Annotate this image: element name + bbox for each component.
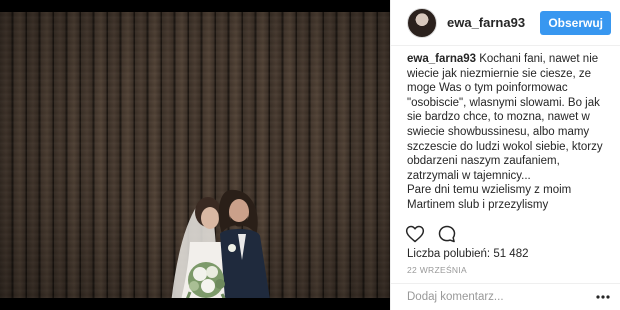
header-username[interactable]: ewa_farna93 bbox=[447, 15, 540, 30]
likes-number: 51 482 bbox=[493, 248, 529, 260]
speech-bubble-icon[interactable] bbox=[437, 224, 457, 244]
avatar[interactable] bbox=[407, 7, 437, 38]
caption-continued: Pare dni temu wzielismy z moim Martinem … bbox=[407, 184, 606, 214]
post-photo-container bbox=[0, 0, 390, 310]
post-header: ewa_farna93 Obserwuj bbox=[391, 0, 620, 46]
comment-bar bbox=[391, 283, 620, 310]
caption-scroll-area[interactable]: ewa_farna93 Kochani fani, nawet nie wiec… bbox=[407, 52, 607, 214]
heart-outline-icon[interactable] bbox=[405, 224, 425, 244]
post-photo[interactable] bbox=[0, 12, 390, 298]
post-actions bbox=[405, 224, 457, 244]
likes-label: Liczba polubień: bbox=[407, 248, 494, 260]
caption-username[interactable]: ewa_farna93 bbox=[407, 53, 476, 65]
caption-text: Kochani fani, nawet nie wiecie jak niezm… bbox=[407, 53, 603, 182]
post-sidebar: ewa_farna93 Obserwuj ewa_farna93 Kochani… bbox=[390, 0, 620, 310]
follow-button[interactable]: Obserwuj bbox=[540, 10, 611, 35]
wedding-couple-illustration bbox=[171, 189, 270, 298]
post-date[interactable]: 22 WRZEŚNIA bbox=[407, 265, 467, 275]
caption: ewa_farna93 Kochani fani, nawet nie wiec… bbox=[407, 52, 607, 183]
comment-input[interactable] bbox=[407, 291, 595, 303]
likes-count[interactable]: Liczba polubień: 51 482 bbox=[407, 248, 529, 260]
ellipsis-icon[interactable] bbox=[595, 289, 611, 305]
